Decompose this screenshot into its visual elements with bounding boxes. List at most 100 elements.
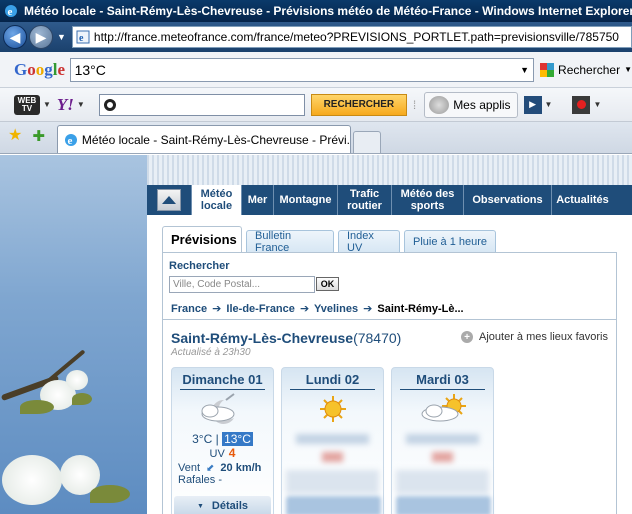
nav-actualites[interactable]: Actualités xyxy=(551,185,613,215)
tab-previsions[interactable]: Prévisions xyxy=(162,226,242,252)
details-button[interactable]: Détails xyxy=(174,496,271,514)
google-logo: Google xyxy=(14,59,66,79)
breadcrumb-arrow-icon: ➔ xyxy=(360,303,373,315)
temp-min: 3°C xyxy=(192,432,213,446)
breadcrumb: France ➔ Ile-de-France ➔ Yvelines ➔ Sain… xyxy=(171,302,464,315)
blurred-temperatures xyxy=(406,434,479,444)
blurred-uv xyxy=(322,452,343,462)
add-favorite-label: Ajouter à mes lieux favoris xyxy=(479,331,608,343)
chevron-down-icon[interactable]: ▼ xyxy=(593,100,601,109)
blurred-uv xyxy=(432,452,453,462)
header-stripe xyxy=(147,155,632,185)
ie-page-icon: e xyxy=(64,133,77,147)
nav-mer[interactable]: Mer xyxy=(241,185,273,215)
svg-text:e: e xyxy=(8,6,13,18)
nav-meteo-des-sports[interactable]: Météo des sports xyxy=(391,185,463,215)
address-row: ◀ ▶ ▼ e http://france.meteofrance.com/fr… xyxy=(0,22,632,52)
nav-montagne[interactable]: Montagne xyxy=(273,185,337,215)
web-tv-icon[interactable]: WEB TV xyxy=(14,94,40,115)
nav-meteo-locale[interactable]: Météo locale xyxy=(191,185,241,215)
apps-icon xyxy=(429,95,450,114)
yahoo-search-button[interactable]: RECHERCHER xyxy=(310,93,407,116)
home-button[interactable] xyxy=(147,185,191,215)
search-label: Rechercher xyxy=(169,260,230,272)
site-nav: Météo locale Mer Montagne Trafic routier… xyxy=(147,185,632,215)
browser-tab-active[interactable]: e Météo locale - Saint-Rémy-Lès-Chevreus… xyxy=(56,125,351,153)
tabs-row: ★ ✚ e Météo locale - Saint-Rémy-Lès-Chev… xyxy=(0,122,632,154)
temp-max: 13°C xyxy=(222,432,253,446)
toolbar-separator: ⁞ xyxy=(412,97,417,112)
forecast-day-card: Lundi 02 xyxy=(281,367,384,514)
tab-pluie-1-heure[interactable]: Pluie à 1 heure xyxy=(404,230,496,252)
forecast-panel: Prévisions Bulletin France Index UV Plui… xyxy=(162,226,617,514)
history-dropdown-icon[interactable]: ▼ xyxy=(57,32,66,42)
forecast-tabs: Prévisions Bulletin France Index UV Plui… xyxy=(162,226,617,254)
google-search-button[interactable]: Rechercher ▼ xyxy=(540,62,632,77)
window-titlebar: e Météo locale - Saint-Rémy-Lès-Chevreus… xyxy=(0,0,632,22)
plus-icon: + xyxy=(461,331,473,343)
add-favorite-link[interactable]: + Ajouter à mes lieux favoris xyxy=(461,331,608,343)
chevron-down-icon[interactable]: ▼ xyxy=(624,65,632,74)
blurred-wind xyxy=(396,470,489,494)
nav-trafic-routier[interactable]: Trafic routier xyxy=(337,185,391,215)
chevron-down-icon[interactable]: ▼ xyxy=(545,100,553,109)
address-bar[interactable]: e http://france.meteofrance.com/france/m… xyxy=(71,26,632,48)
blurred-details xyxy=(286,496,381,514)
new-tab-button[interactable] xyxy=(352,131,381,153)
search-icon xyxy=(103,98,116,111)
city-postcode: (78470) xyxy=(353,330,402,346)
forecast-body: Rechercher Ville, Code Postal... OK Fran… xyxy=(162,252,617,514)
day-name: Mardi 03 xyxy=(416,372,469,387)
add-favorite-icon[interactable]: ✚ xyxy=(32,127,45,145)
updated-time: Actualisé à 23h30 xyxy=(171,347,251,358)
record-icon[interactable] xyxy=(572,95,591,114)
chevron-down-icon[interactable]: ▼ xyxy=(77,100,85,109)
favorites-star-icon[interactable]: ★ xyxy=(8,125,22,145)
page-content: Météo locale Mer Montagne Trafic routier… xyxy=(0,155,632,514)
back-button[interactable]: ◀ xyxy=(3,25,27,49)
chevron-down-icon[interactable]: ▼ xyxy=(520,65,529,75)
uv-label: UV xyxy=(209,448,225,460)
nav-observations[interactable]: Observations xyxy=(463,185,551,215)
city-search-input[interactable]: Ville, Code Postal... xyxy=(169,276,315,293)
gusts: Rafales - xyxy=(178,474,223,486)
yahoo-logo[interactable]: Y! xyxy=(57,95,74,115)
breadcrumb-france[interactable]: France xyxy=(171,303,207,315)
wind-label: Vent xyxy=(178,462,201,474)
mes-applis-label: Mes applis xyxy=(453,97,511,112)
breadcrumb-arrow-icon: ➔ xyxy=(209,303,222,315)
svg-text:e: e xyxy=(79,33,84,44)
chevron-down-icon[interactable]: ▼ xyxy=(43,100,51,109)
tab-bulletin-france[interactable]: Bulletin France xyxy=(246,230,334,254)
tab-index-uv[interactable]: Index UV xyxy=(338,230,400,254)
window-title: Météo locale - Saint-Rémy-Lès-Chevreuse … xyxy=(24,4,632,18)
page-icon: e xyxy=(76,30,90,44)
divider xyxy=(290,389,375,390)
cloud-moon-icon xyxy=(201,393,235,424)
play-icon[interactable]: ▶ xyxy=(523,95,542,114)
breadcrumb-yvelines[interactable]: Yvelines xyxy=(314,303,358,315)
day-name: Lundi 02 xyxy=(305,372,360,387)
breadcrumb-current: Saint-Rémy-Lè... xyxy=(377,303,464,315)
wind-speed: 20 km/h xyxy=(220,462,262,474)
tab-title: Météo locale - Saint-Rémy-Lès-Chevreuse … xyxy=(81,132,351,147)
breadcrumb-ile-de-france[interactable]: Ile-de-France xyxy=(226,303,294,315)
ie-logo-icon: e xyxy=(5,5,17,18)
yahoo-search-input[interactable] xyxy=(98,93,305,116)
ok-button[interactable]: OK xyxy=(316,277,339,291)
sun-icon xyxy=(320,396,346,422)
google-search-input[interactable]: 13°C ▼ xyxy=(69,57,535,82)
yahoo-toolbar: WEB TV ▼ Y! ▼ RECHERCHER ⁞ Mes applis ▶ … xyxy=(0,88,632,122)
breadcrumb-arrow-icon: ➔ xyxy=(296,303,310,315)
forward-button[interactable]: ▶ xyxy=(29,25,53,49)
svg-text:e: e xyxy=(67,135,72,147)
blurred-temperatures xyxy=(296,434,369,444)
day-name: Dimanche 01 xyxy=(182,372,263,387)
divider xyxy=(400,389,485,390)
wind-row: Vent ⬋ 20 km/h xyxy=(178,462,273,474)
blurred-wind xyxy=(286,470,379,494)
google-search-icon xyxy=(540,62,555,77)
divider xyxy=(163,319,616,320)
temp-separator: | xyxy=(215,432,219,446)
mes-applis-button[interactable]: Mes applis xyxy=(424,91,518,118)
